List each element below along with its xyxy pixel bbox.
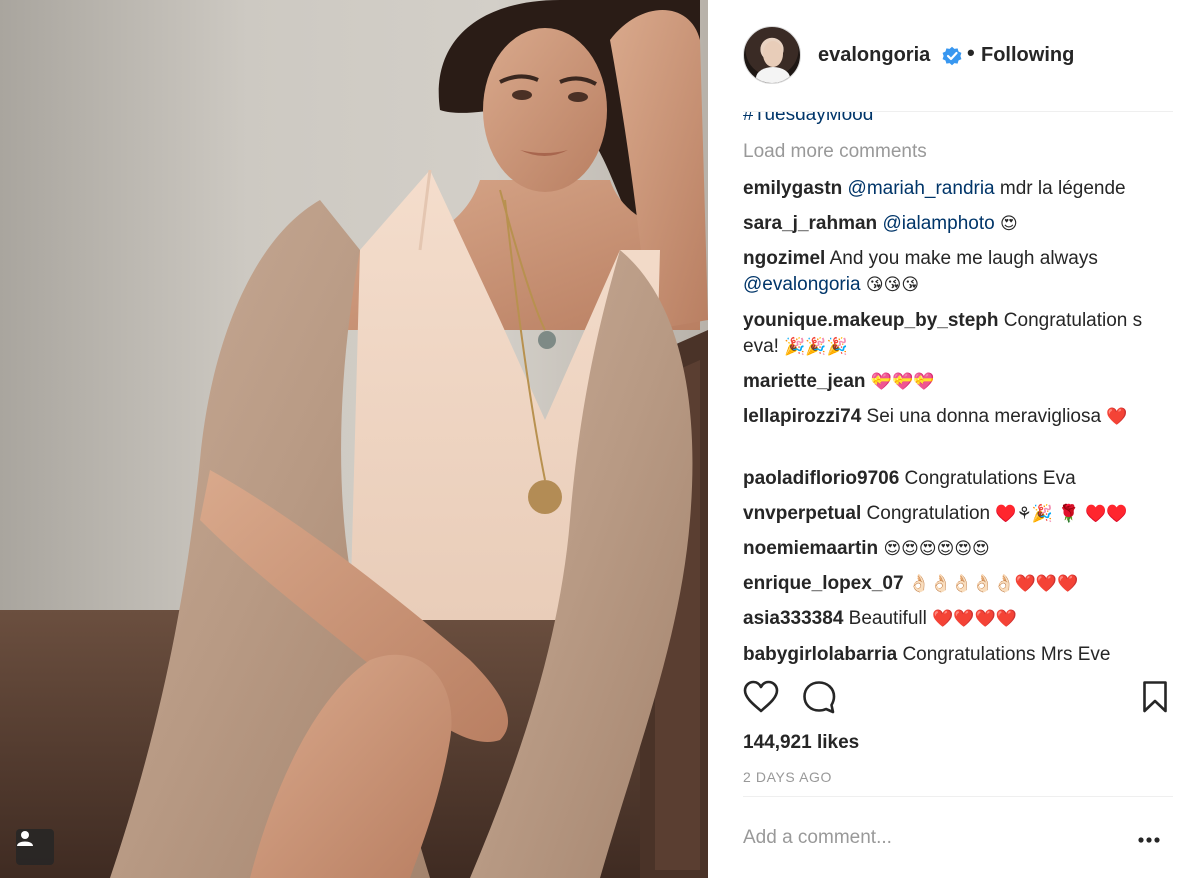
- comment-author[interactable]: sara_j_rahman: [743, 213, 877, 234]
- comment-text: Congratulations Mrs Eve: [897, 644, 1111, 665]
- comment-emoji: 👌🏻👌🏻👌🏻👌🏻👌🏻❤️❤️❤️: [908, 574, 1079, 594]
- comment-text: mdr la légende: [994, 178, 1126, 199]
- comment-author[interactable]: enrique_lopex_07: [743, 573, 904, 594]
- comment-emoji: ❤️: [1106, 407, 1128, 427]
- post-header: evalongoria • Following: [708, 0, 1200, 112]
- comment-mention[interactable]: @evalongoria: [743, 274, 861, 295]
- comment-item: emilygastn @mariah_randria mdr la légend…: [743, 176, 1173, 202]
- more-options-icon[interactable]: [1138, 836, 1160, 844]
- user-tag-button[interactable]: [16, 829, 54, 865]
- username-link[interactable]: evalongoria: [818, 44, 930, 67]
- caption-hashtag[interactable]: #TuesdayMood: [743, 112, 873, 126]
- comment-author[interactable]: babygirlolabarria: [743, 644, 897, 665]
- post-photo[interactable]: [0, 0, 708, 878]
- comment-author[interactable]: paoladiflorio9706: [743, 468, 899, 489]
- comment-author[interactable]: lellapirozzi74: [743, 406, 861, 427]
- comment-box-divider: [743, 796, 1173, 797]
- load-more-comments-button[interactable]: Load more comments: [743, 141, 927, 163]
- speech-bubble-icon[interactable]: [802, 680, 838, 714]
- comment-author[interactable]: vnvperpetual: [743, 503, 861, 524]
- comment-emoji: 🎉🎉🎉: [784, 337, 848, 357]
- comment-item: babygirlolabarria Congratulations Mrs Ev…: [743, 642, 1173, 668]
- add-comment-input[interactable]: [743, 820, 1113, 856]
- bookmark-icon[interactable]: [1142, 680, 1168, 714]
- comment-item: asia333384 Beautifull ❤️❤️❤️❤️: [743, 606, 1173, 632]
- comment-emoji: 💝💝💝: [870, 372, 935, 392]
- comment-item: noemiemaartin 😍😍😍😍😍😍: [743, 536, 1173, 562]
- user-tag-icon: [17, 831, 33, 846]
- comment-emoji: ♥️⚘🎉 🌹 ♥️♥️: [995, 504, 1128, 524]
- comment-author[interactable]: asia333384: [743, 608, 843, 629]
- comment-item: younique.makeup_by_steph Congratulation …: [743, 308, 1173, 360]
- comment-emoji: 😍😍😍😍😍😍: [883, 539, 990, 559]
- avatar-shirt: [756, 67, 790, 83]
- comment-text: Congratulations Eva: [899, 468, 1076, 489]
- post-side-panel: evalongoria • Following #TuesdayMood Loa…: [708, 0, 1200, 878]
- post-photo-illustration: [0, 0, 708, 878]
- comment-author[interactable]: younique.makeup_by_steph: [743, 310, 999, 331]
- verified-badge-icon: [942, 46, 962, 66]
- comment-emoji: 😘😘😘: [860, 275, 920, 295]
- following-button[interactable]: Following: [981, 44, 1074, 67]
- comment-item: enrique_lopex_07 👌🏻👌🏻👌🏻👌🏻👌🏻❤️❤️❤️: [743, 571, 1173, 597]
- post-timestamp[interactable]: 2 DAYS AGO: [743, 769, 832, 785]
- post-actions: [743, 680, 1173, 720]
- heart-icon[interactable]: [743, 680, 779, 714]
- comment-item: lellapirozzi74 Sei una donna meraviglios…: [743, 404, 1173, 430]
- comment-text: Sei una donna meravigliosa: [861, 406, 1107, 427]
- comment-text: And you make me laugh always: [825, 248, 1098, 269]
- comment-item: mariette_jean 💝💝💝: [743, 369, 1173, 395]
- comments-list[interactable]: #TuesdayMood Load more comments emilygas…: [743, 112, 1173, 668]
- comment-item: vnvperpetual Congratulation ♥️⚘🎉 🌹 ♥️♥️: [743, 501, 1173, 527]
- comment-author[interactable]: ngozimel: [743, 248, 825, 269]
- comment-author[interactable]: emilygastn: [743, 178, 842, 199]
- comment-author[interactable]: noemiemaartin: [743, 538, 878, 559]
- likes-count[interactable]: 144,921 likes: [743, 732, 859, 754]
- separator-dot: •: [967, 40, 975, 65]
- comment-item: sara_j_rahman @ialamphoto 😍: [743, 211, 1173, 237]
- comment-mention[interactable]: @mariah_randria: [848, 178, 995, 199]
- comment-text: Congratulation: [861, 503, 996, 524]
- comment-emoji: 😍: [999, 214, 1018, 234]
- comment-author[interactable]: mariette_jean: [743, 371, 866, 392]
- comment-text: Beautifull: [843, 608, 933, 629]
- avatar[interactable]: [743, 26, 801, 84]
- comment-item: ngozimel And you make me laugh always @e…: [743, 246, 1173, 298]
- comment-emoji: ❤️❤️❤️❤️: [932, 609, 1017, 629]
- avatar-face: [763, 41, 783, 67]
- comment-item: paoladiflorio9706 Congratulations Eva: [743, 466, 1173, 492]
- comment-mention[interactable]: @ialamphoto: [882, 213, 994, 234]
